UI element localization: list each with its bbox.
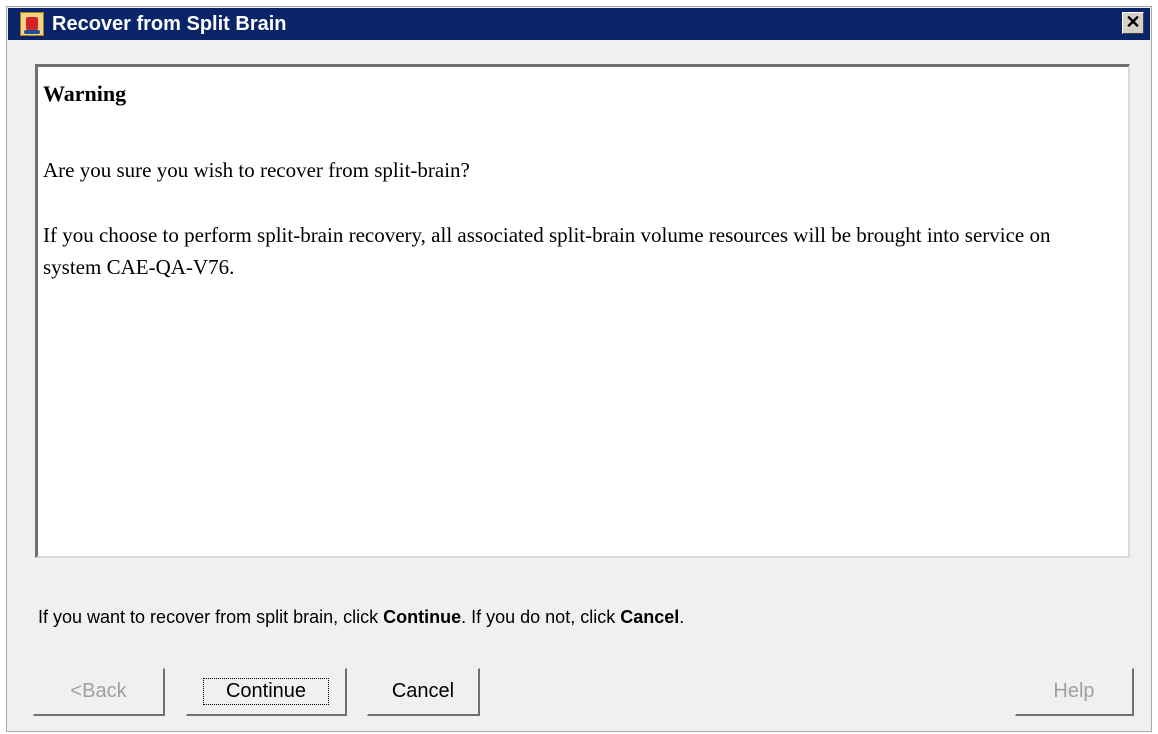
instruction-part3: . (679, 607, 685, 627)
help-button[interactable]: Help (1015, 668, 1134, 716)
instruction-continue-word: Continue (383, 607, 462, 627)
instruction-part2: . If you do not, click (461, 607, 621, 627)
instruction-text: If you want to recover from split brain,… (38, 607, 684, 628)
title-bar[interactable]: Recover from Split Brain ✕ (8, 8, 1150, 40)
continue-button-label: Continue (202, 678, 330, 705)
cancel-button[interactable]: Cancel (367, 668, 480, 716)
instruction-part1: If you want to recover from split brain,… (38, 607, 384, 627)
confirmation-question: Are you sure you wish to recover from sp… (43, 158, 470, 182)
cancel-button-label: Cancel (391, 680, 455, 702)
continue-button[interactable]: Continue (186, 668, 347, 716)
close-button[interactable]: ✕ (1122, 12, 1144, 34)
back-button[interactable]: <Back (33, 668, 165, 716)
help-button-label: Help (1053, 680, 1095, 702)
java-cup-icon (20, 12, 44, 36)
warning-heading: Warning (43, 81, 127, 106)
message-panel: Warning Are you sure you wish to recover… (35, 64, 1130, 558)
instruction-cancel-word: Cancel (620, 607, 680, 627)
recovery-details: If you choose to perform split-brain rec… (43, 223, 1051, 279)
window-title: Recover from Split Brain (52, 13, 287, 35)
back-button-label: <Back (70, 680, 127, 702)
